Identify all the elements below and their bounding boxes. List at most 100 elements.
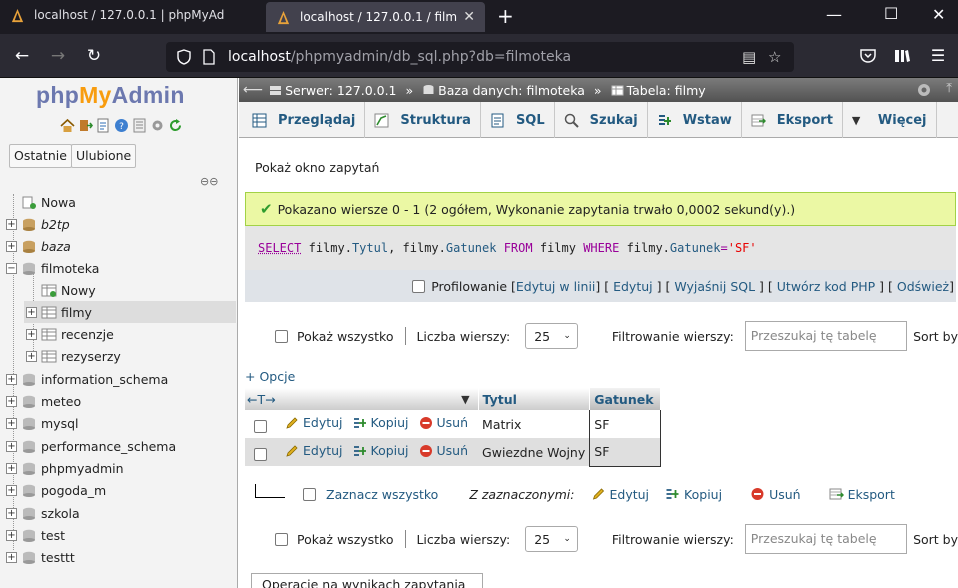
tab-close-icon[interactable]: ✕ <box>463 9 475 25</box>
tree-node-filmy[interactable]: + filmy <box>24 301 236 323</box>
check-all-checkbox[interactable] <box>303 487 316 501</box>
forward-icon[interactable]: → <box>47 45 69 67</box>
tree-node-meteo[interactable]: + meteo <box>6 390 81 412</box>
tree-node-phpmyadmin[interactable]: + phpmyadmin <box>6 457 124 479</box>
collapse-top-icon[interactable]: ⤒ <box>946 81 952 96</box>
expand-icon[interactable]: + <box>6 218 17 230</box>
cell-gatunek[interactable]: SF <box>589 410 662 438</box>
delete-row-button[interactable]: Usuń <box>419 443 468 458</box>
pocket-icon[interactable] <box>858 46 878 66</box>
create-php-code-link[interactable]: Utwórz kod PHP <box>777 279 875 294</box>
url-bar[interactable]: localhost/phpmyadmin/db_sql.php?db=filmo… <box>166 42 794 72</box>
phpmyadmin-logo[interactable]: phpMyAdmin <box>36 82 185 109</box>
column-arrows[interactable]: ←T→ <box>247 392 276 407</box>
tree-node-filmoteka[interactable]: − filmoteka <box>6 257 99 279</box>
filter-rows-input[interactable]: Przeszukaj tę tabelę <box>744 524 908 554</box>
tree-node-recenzje[interactable]: + recenzje <box>26 323 114 345</box>
tab-browse[interactable]: Przeglądaj <box>243 102 366 138</box>
column-header-tytul[interactable]: Tytul <box>478 388 591 410</box>
help-icon[interactable]: ? <box>114 118 129 133</box>
tab-insert[interactable]: Wstaw <box>648 102 742 138</box>
tree-node-performance-schema[interactable]: + performance_schema <box>6 435 176 457</box>
menu-icon[interactable]: ☰ <box>928 46 948 66</box>
expand-icon[interactable]: + <box>6 417 17 429</box>
breadcrumb-server[interactable]: Serwer: 127.0.0.1 <box>269 83 397 98</box>
page-icon[interactable] <box>202 49 216 65</box>
edit-row-button[interactable]: Edytuj <box>285 443 343 458</box>
tab-more[interactable]: ▼ Więcej <box>843 102 937 138</box>
bulk-edit-button[interactable]: Edytuj <box>591 487 649 502</box>
expand-icon[interactable]: + <box>6 551 17 563</box>
reload-nav-icon[interactable] <box>168 118 183 133</box>
sort-caret-icon[interactable]: ▼ <box>461 393 469 406</box>
close-icon[interactable]: ✕ <box>932 5 945 24</box>
expand-icon[interactable]: + <box>6 507 17 519</box>
settings-gear-icon[interactable] <box>150 118 165 133</box>
docs-icon[interactable] <box>132 118 147 133</box>
expand-icon[interactable]: + <box>6 395 17 407</box>
tree-node-rezyserzy[interactable]: + rezyserzy <box>26 345 121 367</box>
options-link[interactable]: + Opcje <box>245 369 295 384</box>
copy-row-button[interactable]: Kopiuj <box>353 443 409 458</box>
expand-icon[interactable]: + <box>26 306 37 318</box>
breadcrumb-table[interactable]: Tabela: filmy <box>611 83 706 98</box>
maximize-icon[interactable]: ☐ <box>884 4 898 23</box>
tree-node-pogoda-m[interactable]: + pogoda_m <box>6 479 106 501</box>
filter-rows-input[interactable]: Przeszukaj tę tabelę <box>744 321 908 351</box>
cell-tytul[interactable]: Matrix <box>478 410 590 438</box>
tree-node-szkola[interactable]: + szkola <box>6 502 80 524</box>
reader-icon[interactable]: ▤ <box>742 48 756 66</box>
exit-icon[interactable] <box>78 118 93 133</box>
refresh-link[interactable]: Odśwież <box>897 279 949 294</box>
delete-row-button[interactable]: Usuń <box>419 415 468 430</box>
sql-query-icon[interactable] <box>96 118 111 133</box>
collapse-all-icon[interactable]: ⊖⊖ <box>200 175 218 188</box>
show-all-checkbox[interactable] <box>275 329 288 343</box>
settings-gear-icon[interactable] <box>916 82 932 98</box>
row-checkbox[interactable] <box>254 419 267 433</box>
expand-icon[interactable]: + <box>6 373 17 385</box>
library-icon[interactable] <box>892 46 912 66</box>
back-icon[interactable]: ← <box>11 45 33 67</box>
expand-icon[interactable]: + <box>6 462 17 474</box>
cell-tytul[interactable]: Gwiezdne Wojny <box>478 438 590 466</box>
tab-export[interactable]: Eksport <box>742 102 843 138</box>
copy-row-button[interactable]: Kopiuj <box>353 415 409 430</box>
tab-search[interactable]: Szukaj <box>555 102 648 138</box>
tree-node-new-table[interactable]: Nowy <box>26 279 96 301</box>
explain-sql-link[interactable]: Wyjaśnij SQL <box>674 279 755 294</box>
sql-query-display[interactable]: SELECT filmy.Tytul, filmy.Gatunek FROM f… <box>245 226 956 270</box>
tree-node-mysql[interactable]: + mysql <box>6 412 79 434</box>
sql-keyword[interactable]: SELECT <box>258 241 301 255</box>
collapse-sidebar-icon[interactable]: ⟵ <box>243 82 263 98</box>
tab-structure[interactable]: Struktura <box>365 102 481 138</box>
edit-row-button[interactable]: Edytuj <box>285 415 343 430</box>
tree-node-testtt[interactable]: + testtt <box>6 546 75 568</box>
new-tab-icon[interactable]: + <box>497 4 514 28</box>
expand-icon[interactable]: + <box>6 240 17 252</box>
reload-icon[interactable]: ↻ <box>83 45 105 67</box>
browser-tab-1[interactable]: localhost / 127.0.0.1 | phpMyAd <box>0 0 262 30</box>
breadcrumb-database[interactable]: Baza danych: filmoteka <box>422 83 585 98</box>
tree-node-b2tp[interactable]: + b2tp <box>6 213 70 235</box>
home-icon[interactable] <box>60 118 75 133</box>
column-header-gatunek[interactable]: Gatunek <box>589 388 662 410</box>
expand-icon[interactable]: + <box>6 484 17 496</box>
tree-node-baza[interactable]: + baza <box>6 235 71 257</box>
show-all-checkbox[interactable] <box>275 532 288 546</box>
bulk-export-button[interactable]: Eksport <box>829 487 895 502</box>
profiling-checkbox[interactable] <box>412 279 426 293</box>
minimize-icon[interactable]: — <box>826 5 842 24</box>
rows-count-select[interactable]: 25 ⌄ <box>525 323 578 349</box>
cell-gatunek[interactable]: SF <box>589 438 662 467</box>
collapse-icon[interactable]: − <box>6 262 17 274</box>
show-query-window-link[interactable]: Pokaż okno zapytań <box>255 160 379 175</box>
tree-node-new[interactable]: Nowa <box>6 191 76 213</box>
star-icon[interactable]: ☆ <box>768 48 781 66</box>
tree-node-test[interactable]: + test <box>6 524 65 546</box>
expand-icon[interactable]: + <box>26 328 37 340</box>
browser-tab-2[interactable]: localhost / 127.0.0.1 / filmoteka ✕ <box>266 2 485 32</box>
edit-inline-link[interactable]: Edytuj w linii <box>516 279 596 294</box>
tree-node-information-schema[interactable]: + information_schema <box>6 368 168 390</box>
favorite-tables-button[interactable]: Ulubione <box>71 144 137 168</box>
